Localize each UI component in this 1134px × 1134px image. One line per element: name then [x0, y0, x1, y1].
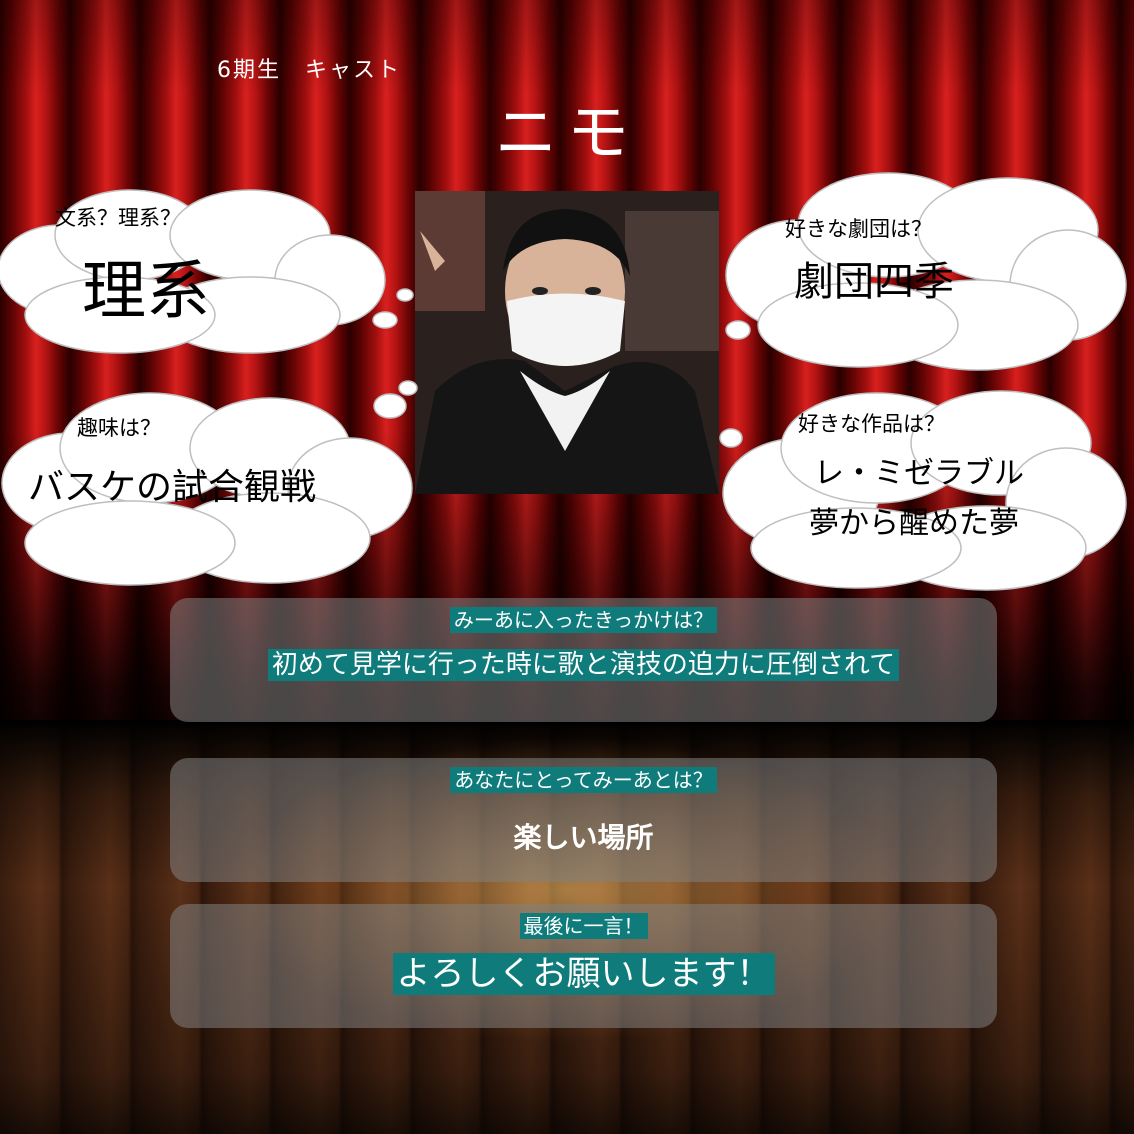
faculty-cloud: 文系？理系？ 理系: [0, 180, 420, 360]
cast-photo: [415, 191, 719, 494]
hobby-cloud: 趣味は？ バスケの試合観戦: [0, 378, 420, 590]
message-panel: 最後に一言！ よろしくお願いします！: [170, 904, 997, 1028]
works-answer-2: 夢から醒めた夢: [809, 506, 1019, 541]
works-answer-1: レ・ミゼラブル: [814, 456, 1024, 491]
meaning-panel: あなたにとってみーあとは？ 楽しい場所: [170, 758, 997, 882]
cast-label: 6期生 キャスト: [217, 58, 401, 83]
cast-profile-card: 6期生 キャスト ニモ 文系？理系？ 理系 趣味は？ バスケの試合観戦 好きな劇…: [0, 0, 1134, 1134]
troupe-cloud: 好きな劇団は？ 劇団四季: [718, 165, 1134, 375]
works-question: 好きな作品は？: [798, 412, 945, 436]
reason-panel: みーあに入ったきっかけは？ 初めて見学に行った時に歌と演技の迫力に圧倒されて: [170, 598, 997, 722]
hobby-question: 趣味は？: [77, 416, 161, 440]
person-photo-icon: [415, 191, 719, 494]
message-answer: よろしくお願いします！: [392, 953, 775, 995]
works-cloud: 好きな作品は？ レ・ミゼラブル 夢から醒めた夢: [716, 378, 1134, 592]
cast-name: ニモ: [494, 96, 639, 169]
faculty-answer: 理系: [82, 255, 210, 329]
hobby-answer: バスケの試合観戦: [28, 467, 317, 508]
reason-question: みーあに入ったきっかけは？: [449, 607, 718, 633]
troupe-question: 好きな劇団は？: [785, 217, 932, 241]
faculty-question: 文系？理系？: [55, 206, 181, 230]
troupe-answer: 劇団四季: [794, 259, 954, 305]
meaning-question: あなたにとってみーあとは？: [450, 767, 717, 793]
reason-answer: 初めて見学に行った時に歌と演技の迫力に圧倒されて: [267, 649, 900, 681]
meaning-answer: 楽しい場所: [513, 821, 654, 854]
message-question: 最後に一言！: [519, 913, 648, 939]
